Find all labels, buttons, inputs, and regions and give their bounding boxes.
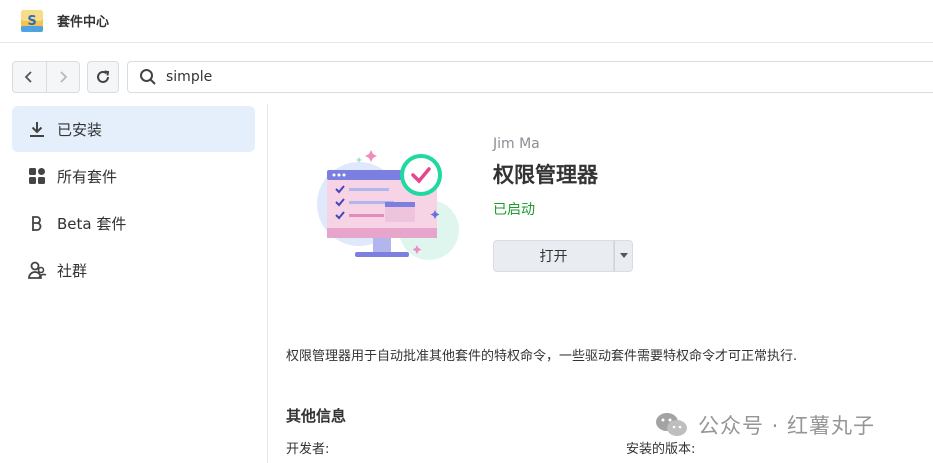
chevron-right-icon — [60, 71, 68, 83]
forward-button[interactable] — [45, 62, 79, 92]
status-badge: 已启动 — [493, 202, 535, 218]
watermark: 公众号 · 红薯丸子 — [654, 410, 875, 440]
back-button[interactable] — [13, 62, 46, 92]
nav-button-group — [12, 61, 80, 93]
wechat-icon — [656, 413, 687, 436]
sidebar-item-community[interactable]: 社群 — [12, 247, 255, 293]
sidebar: 已安装 所有套件 Beta 套件 社群 — [0, 104, 268, 463]
refresh-button[interactable] — [87, 61, 119, 93]
sidebar-item-label: 所有套件 — [57, 167, 118, 186]
app-title: 套件中心 — [57, 15, 110, 30]
sidebar-item-label: 已安装 — [57, 120, 103, 139]
toolbar — [0, 44, 933, 104]
svg-text:S: S — [27, 14, 36, 29]
caret-down-icon — [619, 253, 628, 258]
search-box[interactable] — [127, 61, 933, 93]
download-icon — [26, 118, 48, 140]
refresh-icon — [97, 70, 110, 83]
beta-icon — [26, 212, 48, 234]
info-section-title: 其他信息 — [286, 407, 347, 425]
title-bar: S 套件中心 — [0, 0, 933, 43]
open-button-group: 打开 — [493, 240, 633, 272]
package-title: 权限管理器 — [493, 163, 598, 187]
watermark-text: 公众号 · 红薯丸子 — [698, 414, 876, 438]
installed-version-label: 安装的版本: — [626, 442, 696, 457]
sidebar-item-beta[interactable]: Beta 套件 — [12, 200, 255, 246]
search-icon — [140, 69, 156, 85]
permission-manager-illustration — [317, 150, 459, 260]
sidebar-item-label: Beta 套件 — [57, 214, 127, 233]
sidebar-item-all-packages[interactable]: 所有套件 — [12, 153, 255, 199]
chevron-left-icon — [25, 71, 33, 83]
open-button[interactable]: 打开 — [493, 240, 614, 272]
package-center-icon: S — [21, 10, 43, 32]
developer-label: 开发者: — [286, 442, 330, 457]
sidebar-item-installed[interactable]: 已安装 — [12, 106, 255, 152]
open-dropdown-button[interactable] — [614, 240, 633, 272]
community-icon — [26, 259, 48, 281]
sidebar-item-label: 社群 — [57, 261, 88, 280]
package-description: 权限管理器用于自动批准其他套件的特权命令，一些驱动套件需要特权命令才可正常执行. — [286, 349, 798, 364]
grid-icon — [26, 165, 48, 187]
package-developer: Jim Ma — [493, 136, 540, 152]
search-input[interactable] — [166, 67, 566, 87]
